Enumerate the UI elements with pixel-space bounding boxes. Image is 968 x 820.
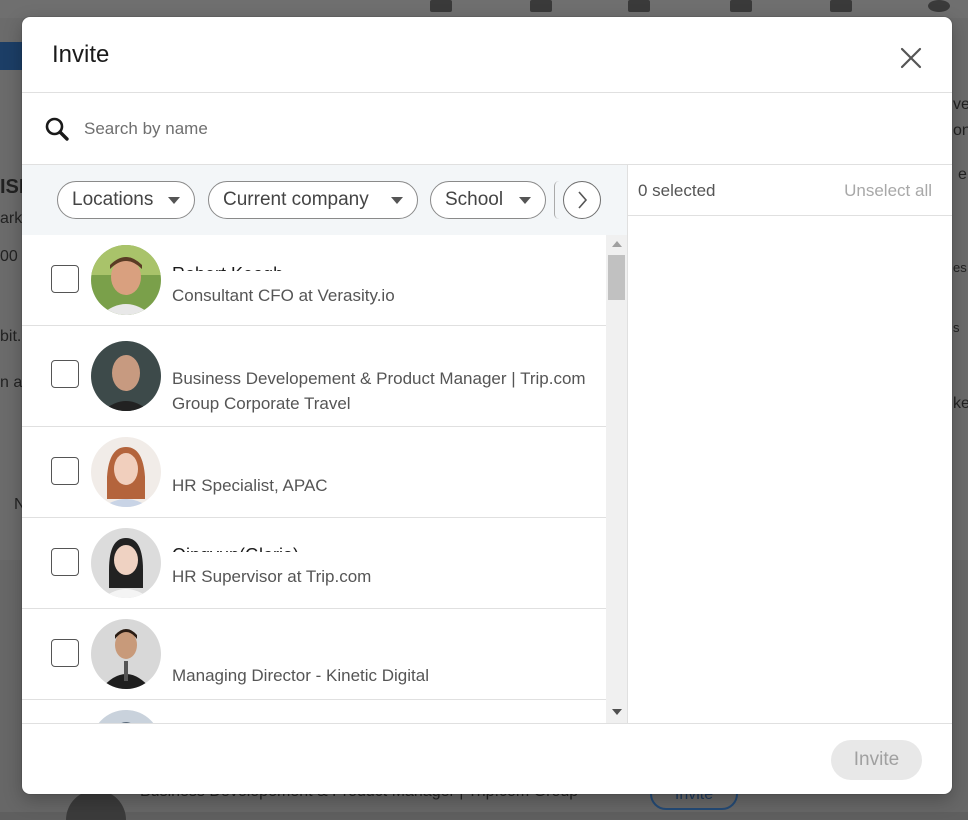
filter-label: School: [445, 189, 504, 210]
list-item[interactable]: Qingyun(Gloria) HR Supervisor at Trip.co…: [22, 518, 606, 609]
contact-headline: Business Developement & Product Manager …: [172, 369, 586, 413]
contact-name: Robert Keogh: [172, 259, 283, 271]
background-text: s: [953, 320, 960, 335]
filter-school[interactable]: School: [430, 181, 546, 219]
search-icon: [45, 117, 69, 141]
profile-icon: [928, 0, 950, 12]
contact-checkbox[interactable]: [51, 457, 79, 485]
contact-checkbox[interactable]: [51, 548, 79, 576]
filter-bar: Locations Current company School: [22, 165, 627, 235]
caret-down-icon: [168, 197, 180, 204]
scroll-up-arrow-icon[interactable]: [612, 241, 622, 247]
contact-headline: Managing Director - Kinetic Digital: [172, 666, 429, 685]
contact-headline: Consultant CFO at Verasity.io: [172, 286, 395, 305]
modal-title: Invite: [52, 41, 110, 68]
background-text: es: [953, 260, 967, 275]
avatar: [91, 341, 161, 411]
background-text: ve: [953, 96, 968, 113]
avatar: [91, 619, 161, 689]
filter-label: Locations: [72, 189, 154, 210]
background-banner: [0, 42, 22, 70]
selected-panel: 0 selected Unselect all: [628, 165, 952, 723]
contact-checkbox[interactable]: [51, 639, 79, 667]
background-text: ISI: [0, 176, 25, 198]
messaging-icon: [730, 0, 752, 12]
search-input[interactable]: [82, 113, 926, 145]
list-item[interactable]: [22, 700, 606, 723]
background-text: ark: [0, 210, 23, 227]
contacts-list: Robert Keogh Consultant CFO at Verasity.…: [22, 235, 606, 723]
notifications-icon: [830, 0, 852, 12]
selected-header: 0 selected Unselect all: [628, 165, 952, 216]
list-item[interactable]: Business Developement & Product Manager …: [22, 326, 606, 427]
background-text: ke: [953, 395, 968, 412]
contact-headline: HR Specialist, APAC: [172, 476, 328, 495]
background-text: on: [953, 122, 968, 139]
selected-count: 0 selected: [638, 181, 716, 200]
contacts-panel: Locations Current company School Consult…: [22, 165, 627, 723]
list-item[interactable]: Managing Director - Kinetic Digital: [22, 609, 606, 700]
avatar: [91, 437, 161, 507]
avatar: [91, 710, 161, 723]
contact-headline: HR Supervisor at Trip.com: [172, 567, 372, 586]
contact-checkbox[interactable]: [51, 360, 79, 388]
filters-next-button[interactable]: [563, 181, 601, 219]
close-icon: [900, 47, 922, 69]
invite-button[interactable]: Invite: [831, 740, 922, 780]
avatar: [91, 245, 161, 315]
avatar: [91, 528, 161, 598]
contact-name: Qingyun(Gloria): [172, 540, 299, 552]
network-icon: [530, 0, 552, 12]
background-text: e: [958, 166, 967, 183]
background-text: 00: [0, 248, 18, 265]
filter-label: Current company: [223, 189, 369, 210]
contact-checkbox[interactable]: [51, 265, 79, 293]
unselect-all-button[interactable]: Unselect all: [844, 181, 932, 201]
scroll-down-arrow-icon[interactable]: [612, 709, 622, 715]
home-icon: [430, 0, 452, 12]
invite-modal: Invite Locations Current company: [22, 17, 952, 794]
caret-down-icon: [391, 197, 403, 204]
filter-overflow-pill: [554, 181, 559, 219]
modal-footer: Invite: [22, 723, 952, 794]
filter-locations[interactable]: Locations: [57, 181, 195, 219]
jobs-icon: [628, 0, 650, 12]
list-item[interactable]: HR Specialist, APAC: [22, 427, 606, 518]
search-bar: [22, 93, 952, 165]
chevron-right-icon: [578, 191, 588, 209]
modal-header: Invite: [22, 17, 952, 93]
close-button[interactable]: [895, 42, 927, 74]
filter-current-company[interactable]: Current company: [208, 181, 418, 219]
scroll-thumb[interactable]: [608, 255, 625, 300]
background-nav-bar: [0, 0, 968, 18]
caret-down-icon: [519, 197, 531, 204]
list-scrollbar[interactable]: [606, 235, 627, 723]
list-item[interactable]: Robert Keogh Consultant CFO at Verasity.…: [22, 235, 606, 326]
